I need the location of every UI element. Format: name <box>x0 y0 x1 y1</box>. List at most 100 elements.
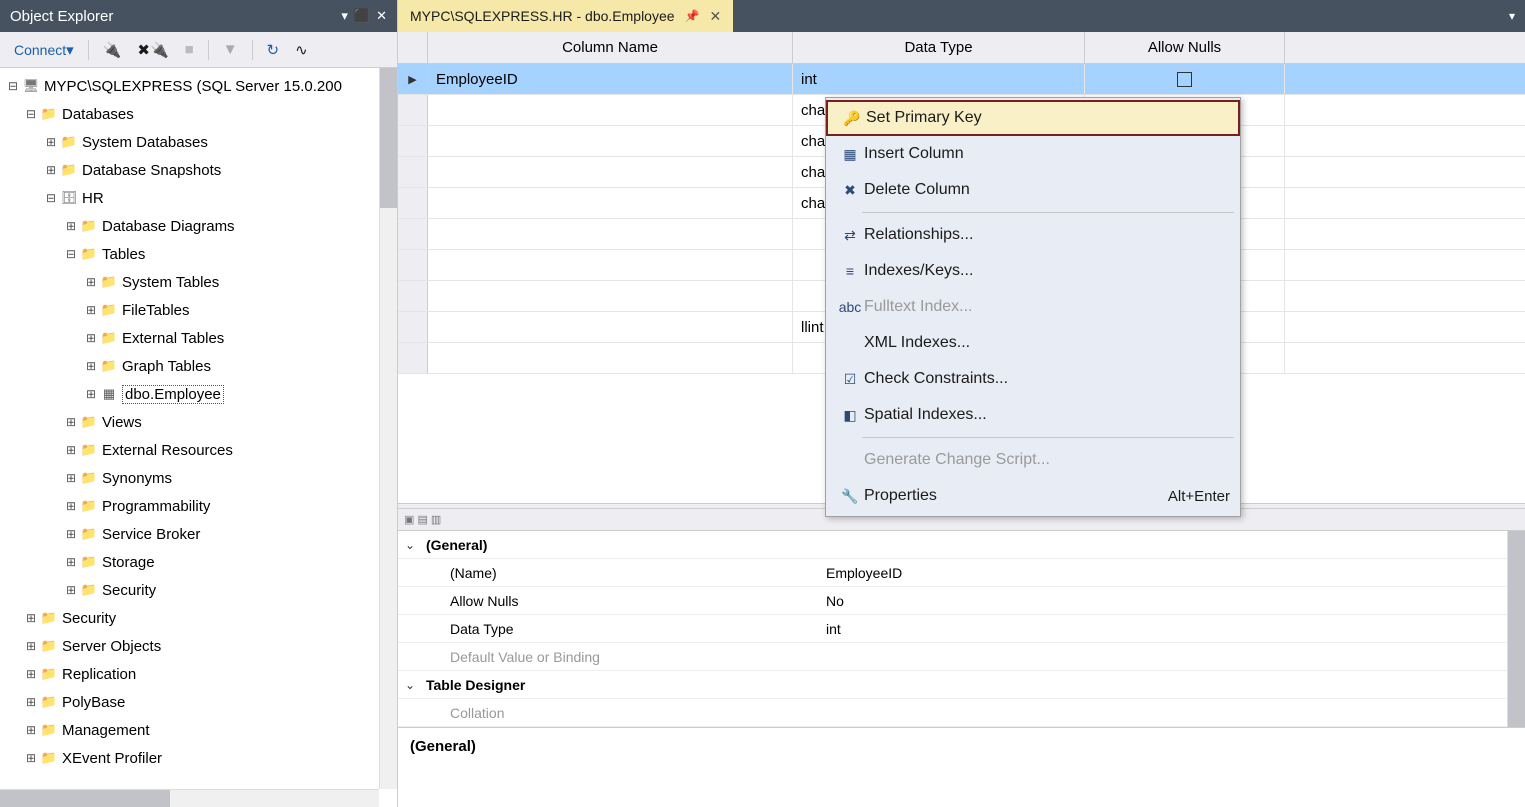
tree-item[interactable]: ⊞📁Management <box>4 716 397 744</box>
expand-icon[interactable]: ⊞ <box>64 219 78 233</box>
pin-tab-icon[interactable]: 📌 <box>685 9 700 23</box>
filter-icon[interactable]: ▼ <box>217 39 244 60</box>
window-position-icon[interactable]: ▾ <box>341 8 348 24</box>
expand-icon[interactable]: ⊞ <box>84 303 98 317</box>
row-selector[interactable] <box>398 188 428 218</box>
column-header-null[interactable]: Allow Nulls <box>1085 32 1285 63</box>
expand-icon[interactable]: ⊞ <box>64 471 78 485</box>
tree-item[interactable]: ⊞📁XEvent Profiler <box>4 744 397 772</box>
connect-button[interactable]: Connect▾ <box>8 39 80 61</box>
cell-column-name[interactable] <box>428 219 793 249</box>
pin-icon[interactable]: ⬛ <box>354 8 370 24</box>
tree-item[interactable]: ⊞📁Database Diagrams <box>4 212 397 240</box>
property-row[interactable]: Default Value or Binding <box>398 643 1525 671</box>
cell-column-name[interactable] <box>428 281 793 311</box>
expand-icon[interactable]: ⊞ <box>84 275 98 289</box>
collapse-icon[interactable]: ⌄ <box>398 538 422 552</box>
row-selector[interactable] <box>398 343 428 373</box>
tree-item[interactable]: ⊞📁PolyBase <box>4 688 397 716</box>
menu-item[interactable]: ≡Indexes/Keys... <box>826 253 1240 289</box>
scrollbar-vertical[interactable] <box>1507 531 1525 727</box>
document-tab[interactable]: MYPC\SQLEXPRESS.HR - dbo.Employee 📌 ✕ <box>398 0 733 32</box>
menu-item[interactable]: 🔧PropertiesAlt+Enter <box>826 478 1240 514</box>
menu-item[interactable]: ▦Insert Column <box>826 136 1240 172</box>
disconnect-all-icon[interactable]: ✖🔌 <box>131 39 174 61</box>
row-selector[interactable]: ▶ <box>398 64 428 94</box>
tree-item[interactable]: ⊞📁FileTables <box>4 296 397 324</box>
refresh-icon[interactable]: ↻ <box>261 39 286 61</box>
tree-item[interactable]: ⊞📁System Databases <box>4 128 397 156</box>
expand-icon[interactable]: ⊞ <box>24 611 38 625</box>
expand-icon[interactable]: ⊞ <box>44 163 58 177</box>
property-row[interactable]: Collation <box>398 699 1525 727</box>
row-selector[interactable] <box>398 126 428 156</box>
tree-item[interactable]: ⊟📁Tables <box>4 240 397 268</box>
expand-icon[interactable]: ⊞ <box>24 667 38 681</box>
row-selector[interactable] <box>398 157 428 187</box>
cell-column-name[interactable] <box>428 312 793 342</box>
expand-icon[interactable]: ⊞ <box>64 583 78 597</box>
row-selector[interactable] <box>398 95 428 125</box>
expand-icon[interactable]: ⊞ <box>84 331 98 345</box>
cell-column-name[interactable] <box>428 250 793 280</box>
tree-item[interactable]: ⊞📁Database Snapshots <box>4 156 397 184</box>
row-selector[interactable] <box>398 219 428 249</box>
tree-item[interactable]: ⊞📁Server Objects <box>4 632 397 660</box>
cell-column-name[interactable] <box>428 95 793 125</box>
activity-icon[interactable]: ∿ <box>289 39 314 61</box>
cell-allow-nulls[interactable] <box>1085 64 1285 94</box>
expand-icon[interactable]: ⊞ <box>64 527 78 541</box>
expand-icon[interactable]: ⊞ <box>64 443 78 457</box>
expand-icon[interactable]: ⊞ <box>84 359 98 373</box>
close-icon[interactable]: ✕ <box>376 8 387 24</box>
cell-column-name[interactable] <box>428 188 793 218</box>
tree-item[interactable]: ⊞📁System Tables <box>4 268 397 296</box>
expand-icon[interactable]: ⊞ <box>64 415 78 429</box>
collapse-icon[interactable]: ⌄ <box>398 678 422 692</box>
expand-icon[interactable]: ⊞ <box>24 723 38 737</box>
property-value[interactable]: EmployeeID <box>822 565 1525 581</box>
tree-view[interactable]: ⊟🖥MYPC\SQLEXPRESS (SQL Server 15.0.200 ⊟📁… <box>0 68 397 807</box>
cell-data-type[interactable]: int <box>793 64 1085 94</box>
expand-icon[interactable]: ⊞ <box>64 555 78 569</box>
expand-icon[interactable]: ⊟ <box>6 79 20 93</box>
tree-item[interactable]: ⊞📁Programmability <box>4 492 397 520</box>
tab-overflow-icon[interactable]: ▾ <box>1509 9 1525 23</box>
cell-column-name[interactable] <box>428 126 793 156</box>
close-tab-icon[interactable]: ✕ <box>710 8 722 25</box>
tree-item[interactable]: ⊟🖥MYPC\SQLEXPRESS (SQL Server 15.0.200 <box>4 72 397 100</box>
menu-item[interactable]: XML Indexes... <box>826 325 1240 361</box>
expand-icon[interactable]: ⊟ <box>24 107 38 121</box>
row-selector[interactable] <box>398 250 428 280</box>
menu-item[interactable]: 🔑Set Primary Key <box>826 100 1240 136</box>
tree-item[interactable]: ⊞📁Security <box>4 576 397 604</box>
disconnect-icon[interactable]: 🔌 <box>97 39 128 61</box>
stop-icon[interactable]: ■ <box>179 39 200 60</box>
tree-item[interactable]: ⊞📁Service Broker <box>4 520 397 548</box>
scrollbar-horizontal[interactable] <box>0 789 379 807</box>
tree-item[interactable]: ⊞📁Replication <box>4 660 397 688</box>
tree-item[interactable]: ⊞📁Graph Tables <box>4 352 397 380</box>
property-row[interactable]: (Name)EmployeeID <box>398 559 1525 587</box>
expand-icon[interactable]: ⊞ <box>24 751 38 765</box>
tree-item[interactable]: ⊞📁External Tables <box>4 324 397 352</box>
cell-column-name[interactable] <box>428 343 793 373</box>
menu-item[interactable]: ⇄Relationships... <box>826 217 1240 253</box>
property-row[interactable]: Data Typeint <box>398 615 1525 643</box>
menu-item[interactable]: ✖Delete Column <box>826 172 1240 208</box>
expand-icon[interactable]: ⊞ <box>64 499 78 513</box>
property-row[interactable]: Allow NullsNo <box>398 587 1525 615</box>
cell-column-name[interactable]: EmployeeID <box>428 64 793 94</box>
row-selector[interactable] <box>398 281 428 311</box>
expand-icon[interactable]: ⊟ <box>44 191 58 205</box>
tree-item[interactable]: ⊟🗄HR <box>4 184 397 212</box>
checkbox[interactable] <box>1177 72 1192 87</box>
expand-icon[interactable]: ⊞ <box>84 387 98 401</box>
grid-row[interactable]: ▶EmployeeIDint <box>398 64 1525 95</box>
tree-item[interactable]: ⊞📁External Resources <box>4 436 397 464</box>
row-selector[interactable] <box>398 312 428 342</box>
expand-icon[interactable]: ⊟ <box>64 247 78 261</box>
expand-icon[interactable]: ⊞ <box>24 695 38 709</box>
menu-item[interactable]: ☑Check Constraints... <box>826 361 1240 397</box>
expand-icon[interactable]: ⊞ <box>24 639 38 653</box>
